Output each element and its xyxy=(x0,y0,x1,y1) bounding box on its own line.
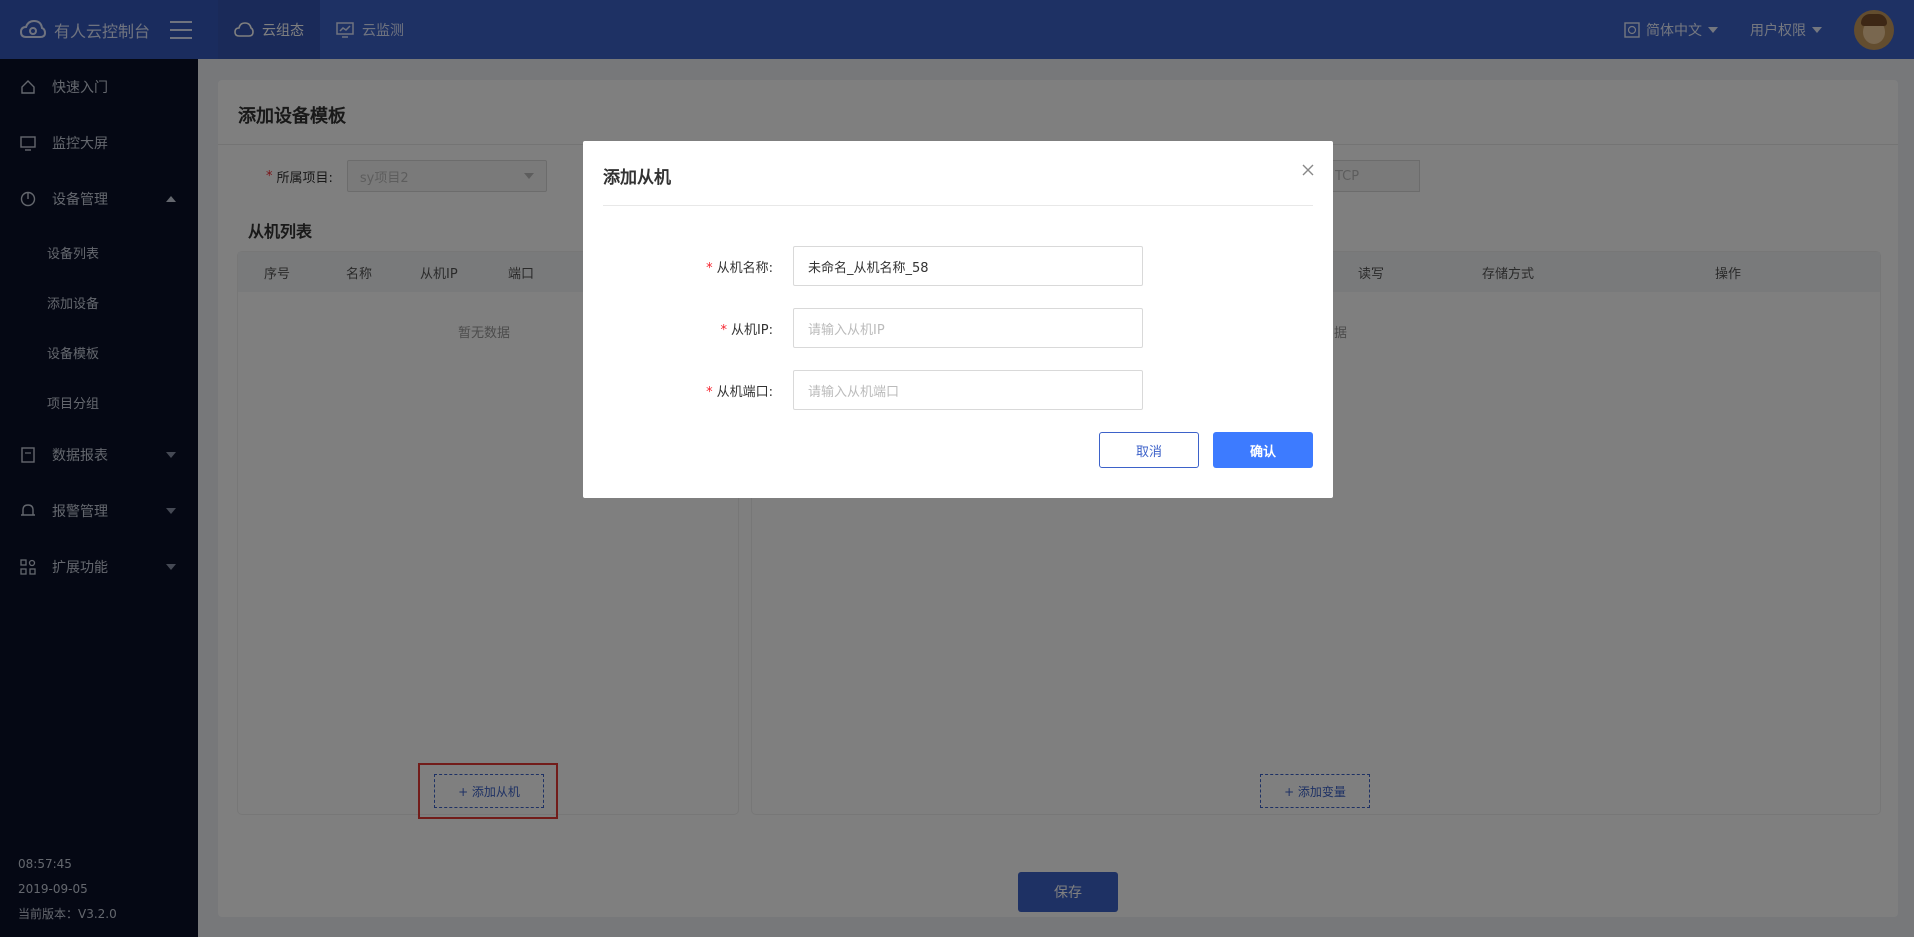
cancel-button[interactable]: 取消 xyxy=(1099,432,1199,468)
dialog-title: 添加从机 xyxy=(603,168,671,188)
close-icon[interactable] xyxy=(1301,161,1315,182)
add-slave-dialog: 添加从机 * 从机名称: 未命名_从机名称_58 * 从机IP: 请输入从机IP *… xyxy=(583,141,1333,498)
divider xyxy=(603,205,1313,206)
confirm-button[interactable]: 确认 xyxy=(1213,432,1313,468)
slave-port-input[interactable]: 请输入从机端口 xyxy=(793,370,1143,410)
slave-name-input[interactable]: 未命名_从机名称_58 xyxy=(793,246,1143,286)
slave-port-row: * 从机端口: 请输入从机端口 xyxy=(583,370,1143,410)
slave-name-label: * 从机名称: xyxy=(706,260,773,276)
slave-ip-input[interactable]: 请输入从机IP xyxy=(793,308,1143,348)
slave-name-row: * 从机名称: 未命名_从机名称_58 xyxy=(583,246,1143,286)
slave-port-label: * 从机端口: xyxy=(706,384,773,400)
slave-ip-row: * 从机IP: 请输入从机IP xyxy=(583,308,1143,348)
slave-ip-label: * 从机IP: xyxy=(720,322,773,338)
